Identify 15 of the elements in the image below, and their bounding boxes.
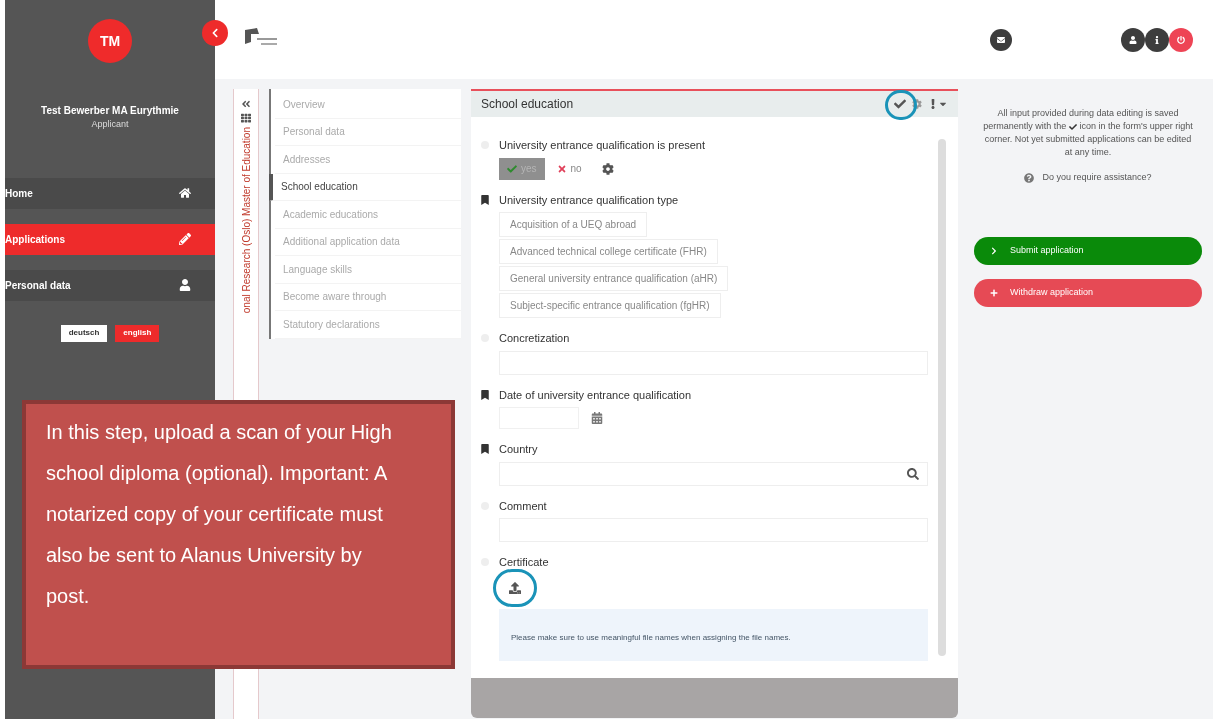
info-text: All input provided during data editing is saved permanently with the icon in the form's upper right corner. Not yet submitted applications can be edited at any time. (982, 107, 1194, 159)
field-label: Concretization (499, 331, 570, 346)
user-role: Applicant (91, 118, 129, 131)
field-label: University entrance qualification is present (499, 138, 706, 153)
avatar: TM (88, 19, 132, 63)
field-label: Certificate (499, 555, 549, 570)
user-name: Test Bewerber MA Eurythmie (41, 104, 179, 118)
form-title: School education (481, 96, 574, 113)
program-title: onal Research (Oslo) Master of Education (239, 127, 253, 314)
field-label: University entrance qualification type (499, 192, 679, 208)
hint-text: Please make sure to use meaningful file names when assigning the file names. (511, 632, 791, 642)
callout-text: In this step, upload a scan of your High school diploma (optional). Important: A notarized copy of your certificate must also be sent to Alanus University by post. (46, 420, 393, 609)
field-label: Comment (499, 498, 547, 514)
field-label: Date of university entrance qualification (499, 387, 691, 403)
field-label: Country (499, 442, 538, 457)
